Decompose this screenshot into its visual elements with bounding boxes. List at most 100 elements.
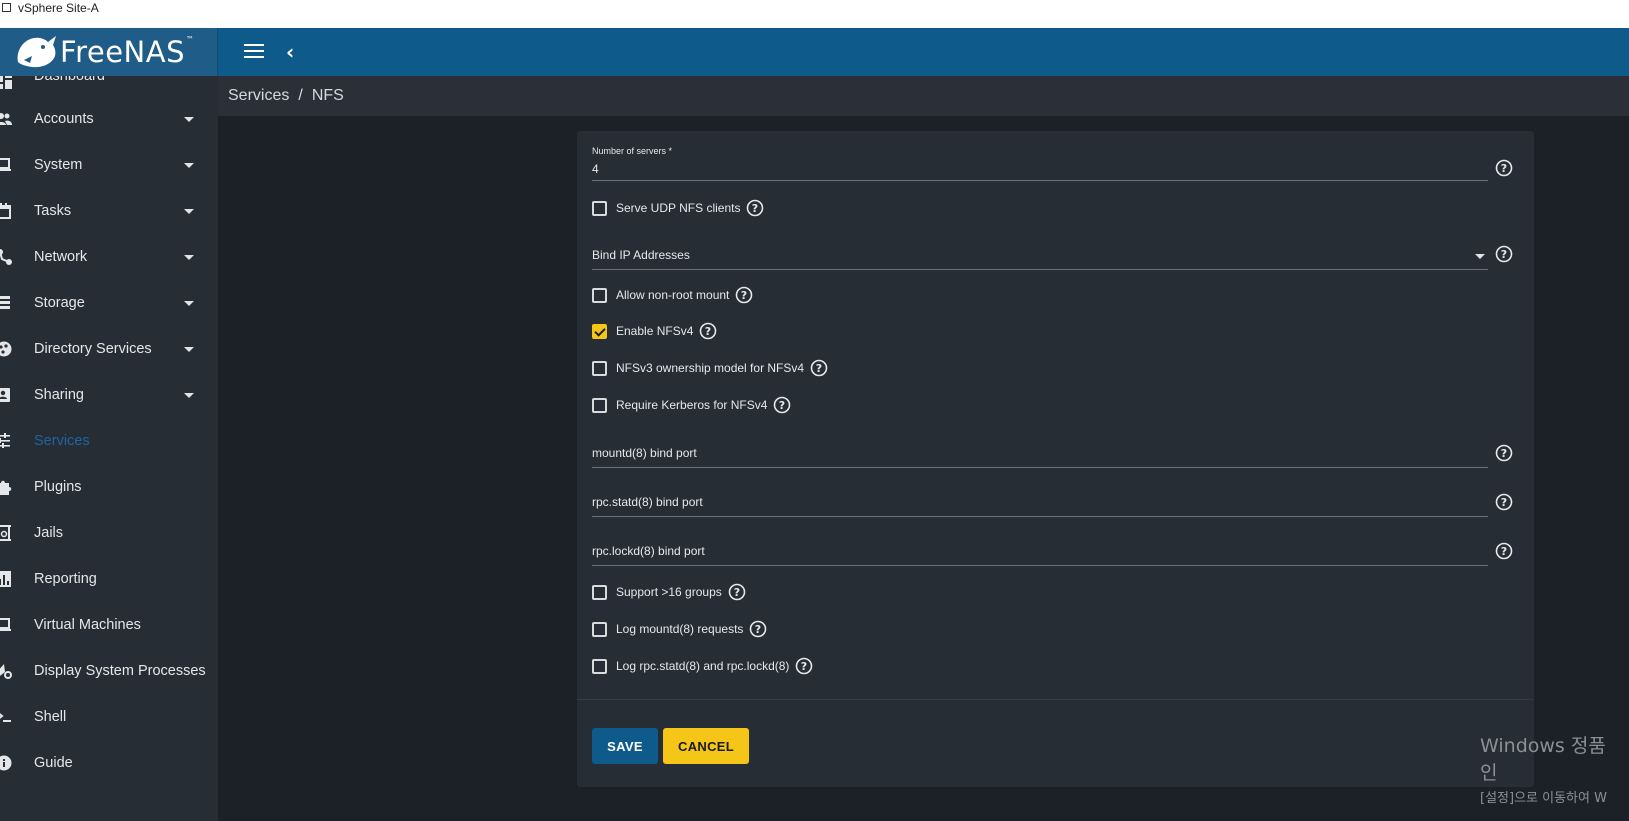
top-header: FreeNAS™ ‹ (0, 28, 1629, 76)
chevron-down-icon (184, 392, 194, 398)
window-titlebar: vSphere Site-A (0, 0, 1629, 27)
sidebar-item-label: Sharing (34, 387, 84, 403)
sidebar-item-services[interactable]: Services (0, 418, 218, 464)
tune-icon (0, 433, 10, 448)
sidebar-item-network[interactable]: Network (0, 234, 218, 280)
help-icon[interactable]: ? (1495, 245, 1513, 263)
help-icon[interactable]: ? (795, 657, 813, 675)
nfsv3-ownership-checkbox[interactable] (592, 360, 607, 376)
sidebar-item-reporting[interactable]: Reporting (0, 556, 218, 602)
chevron-down-icon (184, 300, 194, 306)
svg-text:?: ? (705, 325, 711, 338)
allow-nonroot-checkbox[interactable] (592, 287, 607, 303)
field-underline (592, 180, 1488, 181)
number-of-servers-value[interactable]: 4 (592, 162, 1488, 176)
log-mountd-checkbox[interactable] (592, 621, 607, 637)
svg-text:?: ? (816, 362, 822, 375)
chevron-down-icon (184, 208, 194, 214)
windows-activation-watermark: Windows 정품 인 [설정]으로 이동하여 W (1480, 731, 1629, 806)
require-kerberos-row: Require Kerberos for NFSv4 ? (592, 395, 791, 415)
watermark-line-2: [설정]으로 이동하여 W (1480, 791, 1607, 806)
help-icon[interactable]: ? (1495, 159, 1513, 177)
help-icon[interactable]: ? (773, 396, 791, 414)
dashboard-icon (0, 76, 12, 89)
log-mountd-label: Log mountd(8) requests (616, 622, 744, 636)
chevron-left-icon[interactable]: ‹ (286, 40, 294, 64)
help-icon[interactable]: ? (735, 286, 753, 304)
support-16-groups-row: Support >16 groups ? (592, 582, 746, 602)
field-underline (592, 565, 1488, 566)
sidebar-item-accounts[interactable]: Accounts (0, 96, 218, 142)
bind-ip-select[interactable]: Bind IP Addresses (592, 248, 1488, 270)
info-icon (0, 755, 12, 771)
require-kerberos-checkbox[interactable] (592, 397, 607, 413)
log-statd-lockd-label: Log rpc.statd(8) and rpc.lockd(8) (616, 659, 790, 673)
help-icon[interactable]: ? (1495, 542, 1513, 560)
breadcrumb-current: NFS (311, 87, 344, 104)
brand-logo[interactable]: FreeNAS™ (0, 28, 218, 76)
sidebar-item-label: Shell (34, 709, 67, 725)
statd-port-field[interactable]: rpc.statd(8) bind port (592, 495, 1488, 517)
sidebar-item-label: Jails (34, 525, 64, 541)
serve-udp-row: Serve UDP NFS clients ? (592, 198, 764, 218)
cancel-button[interactable]: CANCEL (663, 728, 749, 764)
svg-text:?: ? (1501, 545, 1507, 558)
dropdown-arrow-icon[interactable] (1475, 254, 1485, 259)
enable-nfsv4-checkbox[interactable] (592, 323, 607, 339)
enable-nfsv4-row: Enable NFSv4 ? (592, 321, 717, 341)
sidebar-item-label: Tasks (34, 203, 72, 219)
nfs-settings-form: Number of servers * 4 ? Serve UDP NFS cl… (577, 131, 1534, 787)
help-icon[interactable]: ? (810, 359, 828, 377)
sidebar-item-label: Plugins (34, 479, 82, 495)
sidebar-item-display-system-processes[interactable]: Display System Processes (0, 648, 218, 694)
sidebar-item-label: Directory Services (34, 341, 152, 357)
sidebar-item-virtual-machines[interactable]: Virtual Machines (0, 602, 218, 648)
number-of-servers-field[interactable]: Number of servers * 4 (592, 146, 1488, 181)
support-16-groups-label: Support >16 groups (616, 585, 722, 599)
mountd-port-field[interactable]: mountd(8) bind port (592, 446, 1488, 468)
serve-udp-checkbox[interactable] (592, 200, 607, 216)
nfsv3-ownership-label: NFSv3 ownership model for NFSv4 (616, 361, 805, 375)
enable-nfsv4-label: Enable NFSv4 (616, 324, 694, 338)
log-statd-lockd-row: Log rpc.statd(8) and rpc.lockd(8) ? (592, 656, 813, 676)
sidebar-item-tasks[interactable]: Tasks (0, 188, 218, 234)
chart-icon (0, 571, 11, 587)
save-button[interactable]: SAVE (592, 728, 658, 764)
log-statd-lockd-checkbox[interactable] (592, 658, 607, 674)
sidebar-item-label: Network (34, 249, 88, 265)
allow-nonroot-label: Allow non-root mount (616, 288, 730, 302)
processes-icon (0, 664, 12, 679)
bind-ip-placeholder: Bind IP Addresses (592, 248, 690, 262)
sidebar-item-sharing[interactable]: Sharing (0, 372, 218, 418)
sharing-icon (0, 388, 10, 402)
sidebar-item-jails[interactable]: Jails (0, 510, 218, 556)
help-icon[interactable]: ? (749, 620, 767, 638)
svg-text:?: ? (752, 202, 758, 215)
sidebar-item-directory-services[interactable]: Directory Services (0, 326, 218, 372)
breadcrumb-parent[interactable]: Services (228, 87, 289, 105)
people-icon (0, 113, 12, 125)
sidebar-item-shell[interactable]: Shell (0, 694, 218, 740)
watermark-line-1: Windows 정품 인 (1480, 735, 1606, 784)
sidebar-item-label: Storage (34, 295, 85, 311)
window-title: vSphere Site-A (18, 0, 99, 15)
window-icon (2, 3, 11, 12)
sidebar-item-guide[interactable]: Guide (0, 740, 218, 786)
help-icon[interactable]: ? (746, 199, 764, 217)
help-icon[interactable]: ? (1495, 493, 1513, 511)
sidebar-item-plugins[interactable]: Plugins (0, 464, 218, 510)
lockd-port-field[interactable]: rpc.lockd(8) bind port (592, 544, 1488, 566)
sidebar-item-storage[interactable]: Storage (0, 280, 218, 326)
help-icon[interactable]: ? (728, 583, 746, 601)
sidebar-item-system[interactable]: System (0, 142, 218, 188)
menu-toggle-icon[interactable] (244, 44, 264, 60)
support-16-groups-checkbox[interactable] (592, 584, 607, 600)
svg-text:?: ? (1501, 447, 1507, 460)
svg-text:?: ? (779, 399, 785, 412)
freenas-shark-icon (17, 36, 56, 68)
help-icon[interactable]: ? (1495, 444, 1513, 462)
svg-text:?: ? (801, 660, 807, 673)
help-icon[interactable]: ? (699, 322, 717, 340)
chevron-down-icon (184, 162, 194, 168)
sidebar-item-label: Accounts (34, 111, 94, 127)
